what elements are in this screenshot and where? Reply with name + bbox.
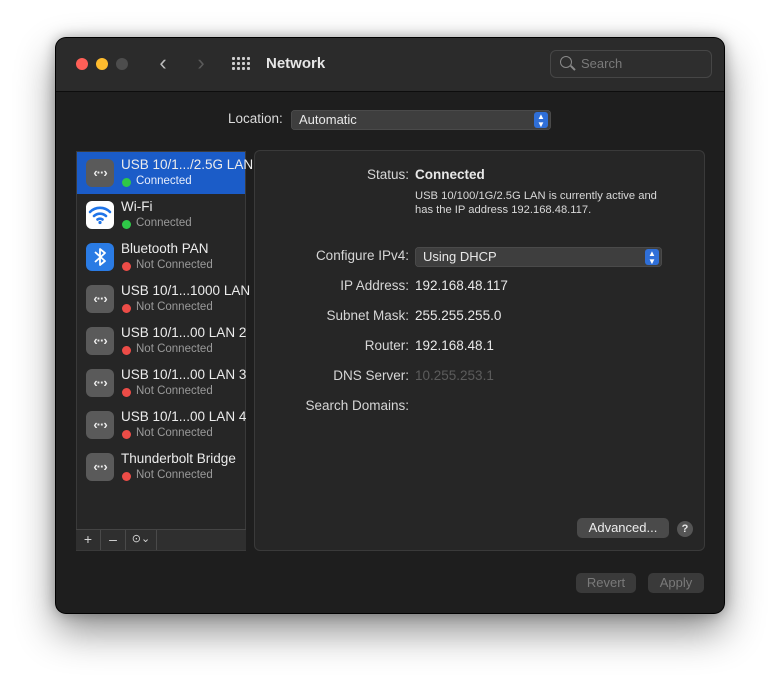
add-service-button[interactable]: + (76, 530, 101, 550)
status-value: Connected (415, 167, 485, 182)
service-status: Not Connected (136, 385, 213, 397)
location-select[interactable]: Automatic ▲ ▼ (291, 110, 551, 130)
ethernet-icon: ‹··› (86, 285, 114, 313)
service-item-usb-lan-3[interactable]: ‹··› USB 10/1...00 LAN 3 Not Connected (77, 362, 247, 404)
search-icon (560, 56, 572, 68)
router-value: 192.168.48.1 (415, 338, 494, 353)
show-all-grid-icon[interactable] (232, 57, 250, 71)
dns-server-value: 10.255.253.1 (415, 368, 494, 383)
service-list: ‹··› USB 10/1.../2.5G LAN Connected Wi-F… (76, 151, 253, 551)
service-name: USB 10/1.../2.5G LAN (121, 157, 254, 172)
status-dot-icon (122, 430, 131, 439)
configure-ipv4-value: Using DHCP (423, 249, 497, 264)
service-status: Not Connected (136, 427, 213, 439)
subnet-mask-value: 255.255.255.0 (415, 308, 502, 323)
service-status: Not Connected (136, 259, 213, 271)
service-status: Connected (136, 217, 192, 229)
wifi-icon (86, 201, 114, 229)
status-dot-icon (122, 388, 131, 397)
ip-address-label: IP Address: (340, 278, 409, 293)
help-button[interactable]: ? (677, 521, 693, 537)
service-name: USB 10/1...00 LAN 2 (121, 325, 247, 340)
close-window-button[interactable] (76, 58, 88, 70)
location-stepper-icon: ▲ ▼ (534, 112, 548, 129)
ethernet-icon: ‹··› (86, 327, 114, 355)
network-preferences-window: ‹ › Network Search Location: Automatic ▲… (56, 38, 724, 613)
status-description: USB 10/100/1G/2.5G LAN is currently acti… (415, 190, 657, 216)
ipv4-stepper-icon: ▲ ▼ (645, 249, 659, 266)
service-item-usb-lan-2[interactable]: ‹··› USB 10/1...00 LAN 2 Not Connected (77, 320, 247, 362)
ip-address-value: 192.168.48.117 (415, 278, 508, 293)
service-item-usb-2-5g-lan[interactable]: ‹··› USB 10/1.../2.5G LAN Connected (77, 152, 253, 194)
apply-button[interactable]: Apply (648, 573, 704, 593)
status-dot-icon (122, 346, 131, 355)
status-label: Status: (366, 167, 409, 182)
service-name: USB 10/1...00 LAN 3 (121, 367, 247, 382)
configure-ipv4-select[interactable]: Using DHCP ▲ ▼ (415, 247, 662, 267)
status-dot-icon (122, 220, 131, 229)
ethernet-icon: ‹··› (86, 369, 114, 397)
service-status: Not Connected (136, 343, 213, 355)
service-name: USB 10/1...00 LAN 4 (121, 409, 247, 424)
status-dot-icon (122, 178, 131, 187)
configure-ipv4-label: Configure IPv4: (315, 248, 409, 263)
router-label: Router: (364, 338, 409, 353)
search-domains-label: Search Domains: (305, 398, 409, 413)
revert-button[interactable]: Revert (576, 573, 636, 593)
service-status: Connected (136, 175, 192, 187)
advanced-button[interactable]: Advanced... (577, 518, 669, 538)
search-field[interactable]: Search (550, 50, 712, 78)
ethernet-icon: ‹··› (86, 411, 114, 439)
status-dot-icon (122, 304, 131, 313)
location-label: Location: (228, 111, 283, 126)
service-name: Thunderbolt Bridge (121, 451, 236, 466)
location-value: Automatic (299, 112, 357, 127)
service-name: USB 10/1...1000 LAN (121, 283, 251, 298)
service-item-wifi[interactable]: Wi-Fi Connected (77, 194, 245, 236)
zoom-window-button[interactable] (116, 58, 128, 70)
status-dot-icon (122, 472, 131, 481)
service-item-thunderbolt-bridge[interactable]: ‹··› Thunderbolt Bridge Not Connected (77, 446, 245, 488)
service-item-usb-1000-lan[interactable]: ‹··› USB 10/1...1000 LAN Not Connected (77, 278, 250, 320)
minimize-window-button[interactable] (96, 58, 108, 70)
window-title: Network (266, 55, 326, 72)
service-detail-panel: Status: Connected USB 10/100/1G/2.5G LAN… (254, 150, 705, 551)
service-status: Not Connected (136, 301, 213, 313)
subnet-mask-label: Subnet Mask: (326, 308, 409, 323)
back-arrow-icon[interactable]: ‹ (152, 52, 174, 75)
service-name: Wi-Fi (121, 199, 153, 214)
service-item-usb-lan-4[interactable]: ‹··› USB 10/1...00 LAN 4 Not Connected (77, 404, 247, 446)
search-placeholder: Search (581, 56, 623, 71)
forward-arrow-icon[interactable]: › (190, 52, 212, 75)
service-status: Not Connected (136, 469, 213, 481)
status-dot-icon (122, 262, 131, 271)
service-action-menu-button[interactable]: ⊙⌄ (126, 530, 157, 550)
remove-service-button[interactable]: – (101, 530, 126, 550)
service-name: Bluetooth PAN (121, 241, 209, 256)
ethernet-icon: ‹··› (86, 159, 114, 187)
bluetooth-icon (86, 243, 114, 271)
ethernet-icon: ‹··› (86, 453, 114, 481)
title-bar: ‹ › Network Search (56, 38, 724, 92)
service-item-bluetooth-pan[interactable]: Bluetooth PAN Not Connected (77, 236, 245, 278)
dns-server-label: DNS Server: (333, 368, 409, 383)
service-list-toolbar: + – ⊙⌄ (76, 529, 246, 550)
